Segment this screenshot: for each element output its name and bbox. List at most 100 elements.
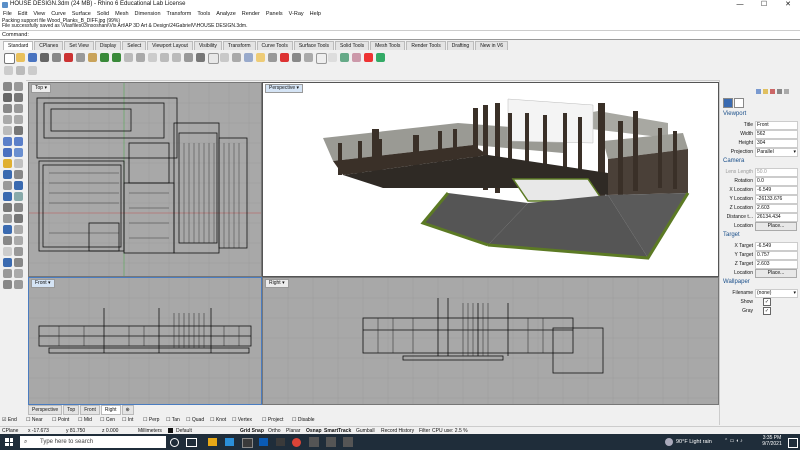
point-icon[interactable] — [14, 82, 23, 91]
split-icon[interactable] — [3, 181, 12, 190]
zoom-selected-icon[interactable] — [184, 53, 193, 62]
ellipse-icon[interactable] — [3, 126, 12, 135]
redo-icon[interactable] — [112, 53, 121, 62]
select-arrow-icon[interactable] — [3, 82, 12, 91]
rotate-view-icon[interactable] — [136, 53, 145, 62]
osnap-knot[interactable]: ☐ Knot — [210, 416, 226, 425]
solid-box-icon[interactable] — [3, 148, 12, 157]
pan-icon[interactable] — [124, 53, 133, 62]
system-tray-icons[interactable]: ⌃ ▭ ◖ ♪ — [724, 438, 754, 446]
analyze-tool-icon[interactable] — [14, 269, 23, 278]
tab-top[interactable]: Top — [63, 405, 80, 415]
menu-render[interactable]: Render — [239, 10, 263, 19]
grid-icon[interactable] — [3, 247, 12, 256]
tab-viewport-layout[interactable]: Viewport Layout — [147, 41, 193, 50]
viewport-right[interactable]: Right ▾ — [262, 277, 719, 405]
menu-panels[interactable]: Panels — [263, 10, 286, 19]
menu-analyze[interactable]: Analyze — [213, 10, 239, 19]
osnap-point[interactable]: ☐ Point — [52, 416, 69, 425]
options-icon[interactable] — [364, 53, 373, 62]
move-icon[interactable] — [14, 192, 23, 201]
camera-place-button[interactable]: Place... — [755, 222, 797, 231]
viewport-perspective[interactable]: Perspective ▾ — [262, 82, 719, 277]
panel-menu-icon[interactable] — [784, 89, 789, 94]
osnap-quad[interactable]: ☐ Quad — [186, 416, 204, 425]
polygon-icon[interactable] — [14, 126, 23, 135]
menu-vray[interactable]: V-Ray — [286, 10, 307, 19]
mirror-icon[interactable] — [14, 214, 23, 223]
sphere-icon[interactable] — [4, 66, 13, 75]
layers-panel-icon[interactable] — [734, 98, 744, 108]
show-icon[interactable] — [256, 53, 265, 62]
osnap-perp[interactable]: ☐ Perp — [143, 416, 159, 425]
material-icon[interactable] — [352, 53, 361, 62]
tab-solid-tools[interactable]: Solid Tools — [335, 41, 370, 50]
osnap-near[interactable]: ☐ Near — [26, 416, 43, 425]
copy-icon[interactable] — [76, 53, 85, 62]
flow-icon[interactable] — [14, 258, 23, 267]
gumball-icon[interactable] — [3, 258, 12, 267]
box-icon[interactable] — [16, 66, 25, 75]
hatch-icon[interactable] — [14, 236, 23, 245]
display-icon[interactable] — [756, 89, 761, 94]
tab-render-tools[interactable]: Render Tools — [406, 41, 446, 50]
dimension-icon[interactable] — [14, 225, 23, 234]
menu-tools[interactable]: Tools — [194, 10, 213, 19]
cplane-icon[interactable] — [220, 53, 229, 62]
zoom-extents-icon[interactable] — [172, 53, 181, 62]
help-panel-icon[interactable] — [777, 89, 782, 94]
analyze-icon[interactable] — [304, 53, 313, 62]
add-viewport-icon[interactable]: ⊕ — [121, 405, 134, 415]
osnap-project[interactable]: ☐ Project — [262, 416, 283, 425]
viewport-top[interactable]: Top ▾ — [28, 82, 262, 277]
cage-icon[interactable] — [14, 247, 23, 256]
tab-curve-tools[interactable]: Curve Tools — [256, 41, 293, 50]
osnap-end[interactable]: ☑ End — [2, 416, 17, 425]
weather-icon[interactable] — [665, 438, 673, 446]
clock[interactable]: 3:35 PM 9/7/2021 — [758, 435, 786, 447]
layer-icon[interactable] — [280, 53, 289, 62]
chrome-icon[interactable] — [292, 438, 301, 447]
save-icon[interactable] — [28, 53, 37, 62]
app-icon[interactable] — [242, 438, 253, 448]
import-icon[interactable] — [52, 53, 61, 62]
text-icon[interactable] — [3, 236, 12, 245]
render-icon[interactable] — [340, 53, 349, 62]
cortana-icon[interactable] — [170, 438, 179, 447]
task-view-icon[interactable] — [186, 438, 197, 447]
app-icon[interactable] — [276, 438, 285, 446]
tab-surface-tools[interactable]: Surface Tools — [293, 41, 335, 50]
close-button[interactable]: ✕ — [776, 0, 800, 10]
show-checkbox[interactable]: ✓ — [763, 298, 771, 306]
rectangle-icon[interactable] — [3, 115, 12, 124]
paste-icon[interactable] — [88, 53, 97, 62]
viewport-right-label[interactable]: Right ▾ — [265, 279, 289, 288]
materials-icon[interactable] — [770, 89, 775, 94]
lens-field[interactable]: 50.0 — [755, 168, 798, 177]
osnap-tan[interactable]: ☐ Tan — [166, 416, 180, 425]
weather-text[interactable]: 90°F Light rain — [676, 437, 712, 447]
file-explorer-icon[interactable] — [208, 438, 217, 446]
tab-transform[interactable]: Transform — [222, 41, 256, 50]
arc-icon[interactable] — [14, 104, 23, 113]
tab-cplanes[interactable]: CPlanes — [34, 41, 64, 50]
osnap-mid[interactable]: ☐ Mid — [78, 416, 92, 425]
four-view-icon[interactable] — [208, 53, 219, 64]
menu-dimension[interactable]: Dimension — [132, 10, 164, 19]
mesh-icon[interactable] — [14, 159, 23, 168]
viewport-perspective-label[interactable]: Perspective ▾ — [265, 84, 304, 93]
tab-drafting[interactable]: Drafting — [446, 41, 475, 50]
x-target-field[interactable]: -6.549 — [755, 242, 798, 251]
scale-icon[interactable] — [3, 214, 12, 223]
z-target-field[interactable]: 2.603 — [755, 260, 798, 269]
boolean-icon[interactable] — [3, 159, 12, 168]
zoom-window-icon[interactable] — [160, 53, 169, 62]
cut-icon[interactable] — [64, 53, 73, 62]
menu-transform[interactable]: Transform — [164, 10, 195, 19]
y-target-field[interactable]: 0.757 — [755, 251, 798, 260]
lights-icon[interactable] — [3, 280, 12, 289]
viewport-front-label[interactable]: Front ▾ — [31, 279, 55, 288]
fillet-icon[interactable] — [3, 170, 12, 179]
word-icon[interactable] — [259, 438, 268, 446]
taskbar-search-box[interactable]: ⌕ Type here to search — [20, 436, 166, 448]
